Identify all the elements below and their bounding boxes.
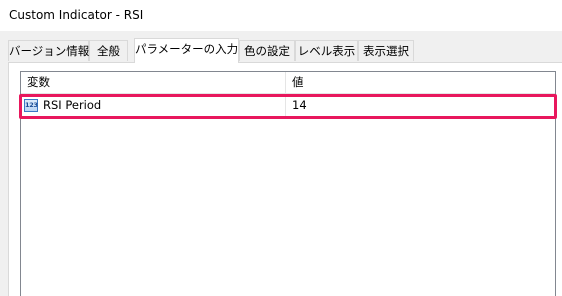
tab-label: パラメーターの入力 (135, 42, 239, 56)
tab-color-settings[interactable]: 色の設定 (239, 40, 295, 61)
custom-indicator-dialog: Custom Indicator - RSI バージョン情報 全般 パラメーター… (0, 0, 562, 296)
title-bar: Custom Indicator - RSI (0, 0, 562, 31)
tab-strip: バージョン情報 全般 パラメーターの入力 色の設定 レベル表示 表示選択 (8, 38, 562, 63)
column-header-variable[interactable]: 変数 (21, 72, 285, 93)
tab-label: 色の設定 (244, 44, 290, 58)
tab-label: バージョン情報 (9, 44, 90, 58)
tab-general[interactable]: 全般 (89, 40, 128, 61)
parameters-panel: 変数 値 123 RSI Period 14 (8, 62, 562, 296)
window-title: Custom Indicator - RSI (9, 8, 144, 22)
dialog-body: バージョン情報 全般 パラメーターの入力 色の設定 レベル表示 表示選択 変数 … (0, 31, 562, 296)
grid-header: 変数 値 (21, 72, 555, 94)
column-header-value[interactable]: 値 (286, 72, 555, 93)
tab-input-parameters[interactable]: パラメーターの入力 (134, 38, 239, 63)
value-cell[interactable]: 14 (292, 94, 307, 117)
tab-label: レベル表示 (297, 44, 356, 58)
parameters-grid: 変数 値 123 RSI Period 14 (20, 71, 556, 296)
tab-version-info[interactable]: バージョン情報 (8, 40, 89, 61)
integer-123-icon: 123 (24, 99, 38, 112)
table-row[interactable]: 123 RSI Period 14 (21, 94, 555, 117)
tab-level-display[interactable]: レベル表示 (295, 40, 358, 61)
tab-label: 表示選択 (363, 44, 409, 58)
tab-visualization[interactable]: 表示選択 (358, 40, 414, 61)
tab-label: 全般 (97, 44, 120, 58)
variable-cell[interactable]: RSI Period (43, 94, 101, 117)
